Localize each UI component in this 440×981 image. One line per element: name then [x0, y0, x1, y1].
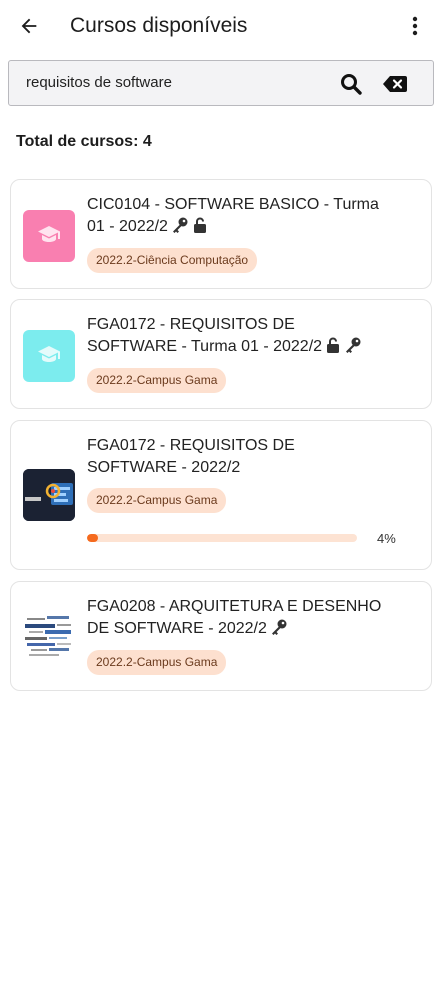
course-title: CIC0104 - SOFTWARE BASICO - Turma 01 - 2…	[87, 194, 387, 240]
search-bar	[8, 60, 434, 106]
key-icon	[270, 619, 288, 642]
unlock-icon	[192, 217, 208, 240]
course-tag: 2022.2-Campus Gama	[87, 368, 227, 393]
course-tag: 2022.2-Campus Gama	[87, 488, 227, 513]
app-bar: Cursos disponíveis	[0, 0, 440, 52]
word-cloud-image	[23, 610, 75, 662]
backspace-clear-icon[interactable]	[381, 70, 409, 98]
graduation-cap-icon	[37, 225, 61, 248]
course-title: FGA0172 - REQUISITOS DE SOFTWARE - Turma…	[87, 314, 387, 360]
page-title: Cursos disponíveis	[70, 14, 248, 37]
course-card[interactable]: FGA0208 - ARQUITETURA E DESENHO DE SOFTW…	[10, 581, 432, 691]
course-thumbnail	[23, 330, 75, 382]
course-title-text: FGA0172 - REQUISITOS DE SOFTWARE - 2022/…	[87, 437, 295, 476]
course-title: FGA0208 - ARQUITETURA E DESENHO DE SOFTW…	[87, 596, 387, 642]
course-title-text: FGA0208 - ARQUITETURA E DESENHO DE SOFTW…	[87, 598, 382, 637]
course-progress-bar	[87, 534, 357, 542]
course-image	[23, 469, 75, 521]
course-card[interactable]: FGA0172 - REQUISITOS DE SOFTWARE - Turma…	[10, 299, 432, 409]
unlock-icon	[325, 337, 341, 360]
course-tag: 2022.2-Campus Gama	[87, 650, 227, 675]
course-progress-label: 4%	[377, 531, 396, 546]
course-title: FGA0172 - REQUISITOS DE SOFTWARE - 2022/…	[87, 435, 387, 479]
back-arrow-icon[interactable]	[15, 12, 43, 40]
course-thumbnail	[23, 210, 75, 262]
course-title-text: FGA0172 - REQUISITOS DE SOFTWARE - Turma…	[87, 316, 323, 355]
course-title-text: CIC0104 - SOFTWARE BASICO - Turma 01 - 2…	[87, 196, 379, 235]
key-icon	[171, 217, 189, 240]
more-vert-icon[interactable]	[403, 12, 427, 40]
course-progress-fill	[87, 534, 98, 542]
graduation-cap-icon	[37, 345, 61, 368]
course-card[interactable]: CIC0104 - SOFTWARE BASICO - Turma 01 - 2…	[10, 179, 432, 289]
course-card[interactable]: FGA0172 - REQUISITOS DE SOFTWARE - 2022/…	[10, 420, 432, 570]
search-input[interactable]	[26, 74, 326, 92]
course-tag: 2022.2-Ciência Computação	[87, 248, 258, 273]
total-courses-label: Total de cursos: 4	[16, 133, 152, 150]
search-icon[interactable]	[337, 70, 365, 98]
key-icon	[344, 337, 362, 360]
